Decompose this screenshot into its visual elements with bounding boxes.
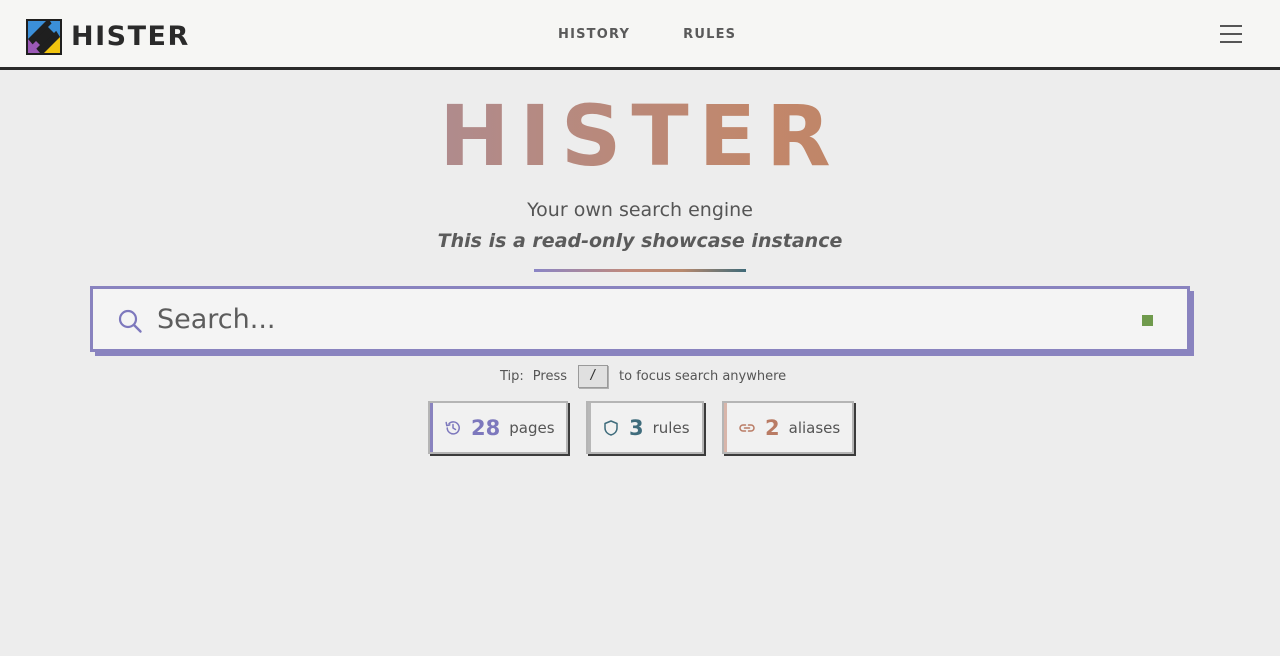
hero-title: HISTER (0, 86, 1280, 186)
rules-label: rules (652, 418, 690, 437)
tip-press: Press (532, 368, 568, 384)
aliases-stat-button[interactable]: 2 aliases (722, 401, 854, 454)
pages-accent-bar (430, 403, 433, 452)
search-input[interactable] (155, 297, 1115, 341)
rules-count: 3 (629, 415, 644, 440)
top-navbar: HISTER HISTORY RULES (0, 0, 1280, 70)
shield-icon (604, 419, 618, 436)
hamburger-menu-icon[interactable] (1220, 25, 1242, 45)
pages-label: pages (509, 418, 555, 437)
keyboard-tip: Tip: Press / to focus search anywhere (500, 364, 786, 388)
rules-stat-button[interactable]: 3 rules (586, 401, 704, 454)
rules-accent-bar (588, 403, 591, 452)
nav-history-link[interactable]: HISTORY (558, 27, 630, 42)
search-icon (118, 309, 142, 333)
tip-suffix: to focus search anywhere (619, 368, 787, 384)
main-nav: HISTORY RULES (558, 27, 736, 42)
brand-name: HISTER (71, 21, 190, 52)
brand[interactable]: HISTER (26, 19, 190, 55)
hister-logo-icon (26, 19, 62, 55)
slash-key: / (578, 364, 609, 388)
pages-stat-button[interactable]: 28 pages (428, 401, 568, 454)
history-icon (445, 420, 460, 435)
link-icon (739, 423, 755, 432)
status-indicator (1142, 315, 1153, 326)
tagline: Your own search engine (527, 199, 753, 221)
pages-count: 28 (471, 415, 501, 440)
aliases-accent-bar (724, 403, 727, 452)
aliases-label: aliases (788, 418, 841, 437)
tip-label: Tip: (500, 368, 524, 384)
showcase-notice: This is a read-only showcase instance (437, 230, 843, 252)
search-box[interactable] (90, 286, 1190, 352)
gradient-divider (534, 269, 746, 272)
aliases-count: 2 (765, 415, 780, 440)
nav-rules-link[interactable]: RULES (683, 27, 736, 42)
